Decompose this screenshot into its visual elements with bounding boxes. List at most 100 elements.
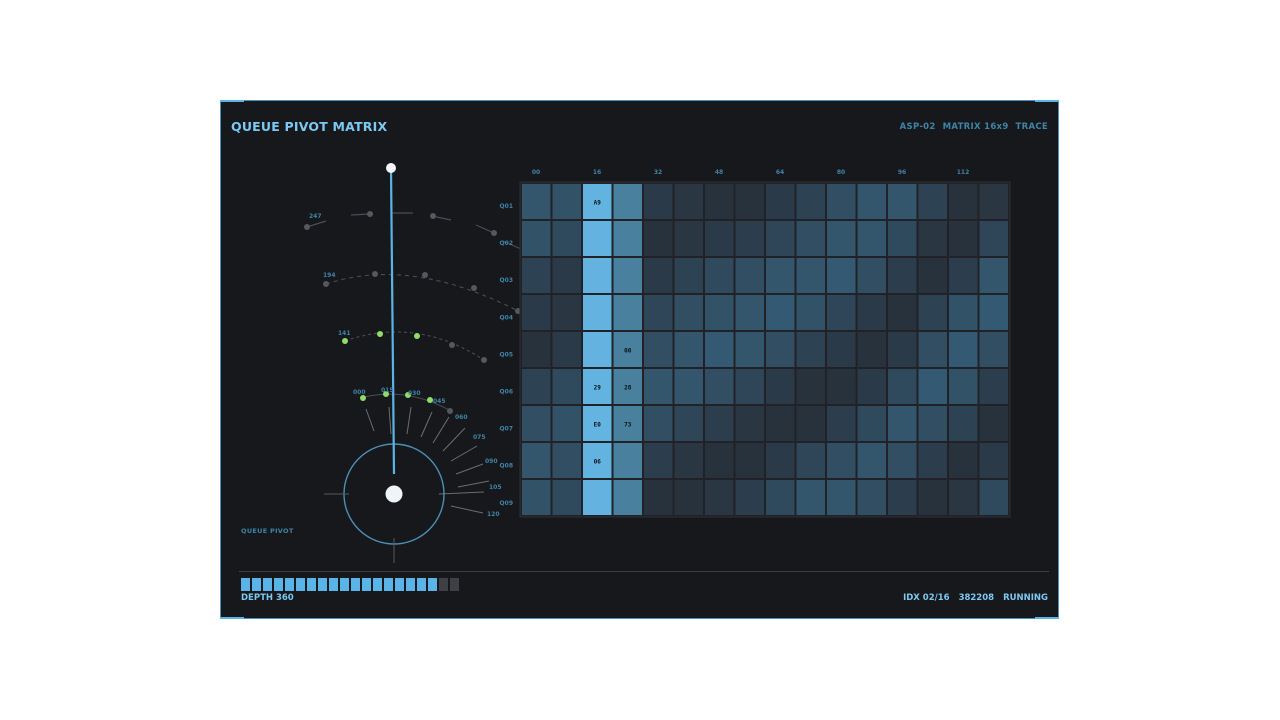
dial-tick: [406, 406, 412, 435]
pivot-visualization: 247 194 141 000 015 030 045 060 075 090 105 120 00 1…: [304, 163, 1011, 563]
matrix-cell: [522, 443, 551, 478]
matrix-cell: [918, 184, 947, 219]
matrix-cell: [644, 258, 673, 293]
progress-segment: [307, 578, 316, 591]
matrix-row-label: Q08: [500, 463, 513, 470]
matrix-cell: [979, 332, 1008, 367]
progress-segment: [439, 578, 448, 591]
matrix-cell: [644, 221, 673, 256]
matrix-cell: [949, 258, 978, 293]
matrix-cell: [857, 295, 886, 330]
matrix-column-label: 32: [654, 169, 662, 176]
arc-label: 141: [338, 330, 351, 337]
matrix-column-label: 112: [957, 169, 970, 176]
matrix-row-label: Q09: [500, 500, 513, 507]
matrix-cell: [705, 369, 734, 404]
matrix-cell: [644, 443, 673, 478]
matrix-cell: [583, 258, 612, 293]
matrix-cell: [949, 480, 978, 515]
footer-divider: [239, 571, 1049, 572]
matrix-cell: [613, 258, 642, 293]
matrix-cell: [735, 480, 764, 515]
matrix-cell: [552, 332, 581, 367]
matrix-cell: [705, 184, 734, 219]
matrix-column-label: 48: [715, 169, 723, 176]
matrix-cell: [857, 480, 886, 515]
progress-segment: [340, 578, 349, 591]
matrix-cell: [827, 406, 856, 441]
depth-progress-bar: [241, 578, 459, 591]
matrix-cell: [857, 369, 886, 404]
matrix-cell: [522, 332, 551, 367]
tick-label: 120: [487, 511, 500, 518]
matrix-cell: [583, 480, 612, 515]
matrix-cell: [796, 221, 825, 256]
matrix-cell-label: A9: [594, 200, 602, 207]
matrix-cell: [583, 295, 612, 330]
matrix-cell: [705, 480, 734, 515]
matrix-cell: [644, 369, 673, 404]
matrix-cell: [766, 369, 795, 404]
matrix-cell: [644, 406, 673, 441]
matrix-cell: [949, 369, 978, 404]
matrix-cell: [735, 295, 764, 330]
matrix-column-label: 00: [532, 169, 540, 176]
matrix-cell: [552, 295, 581, 330]
arc-node: [422, 272, 428, 278]
matrix-cell: [674, 443, 703, 478]
arc-node: [414, 333, 420, 339]
matrix-cell: [583, 221, 612, 256]
arc-node: [304, 224, 310, 230]
matrix-cell: [613, 443, 642, 478]
matrix-cell: [613, 295, 642, 330]
progress-segment: [428, 578, 437, 591]
matrix-cell: [552, 258, 581, 293]
matrix-cell: [705, 443, 734, 478]
matrix-cell: [979, 369, 1008, 404]
matrix-cell: [552, 369, 581, 404]
pivot-matrix: 00 16 32 48 64 80 96 112 Q01 Q02 Q03 Q04 Q05 Q06 Q07 Q0…: [500, 169, 1011, 518]
matrix-cell-label: E0: [594, 422, 602, 429]
matrix-cell: [613, 221, 642, 256]
tick-label: 090: [485, 458, 498, 465]
progress-segment: [274, 578, 283, 591]
matrix-cell: [796, 184, 825, 219]
matrix-cell: [918, 369, 947, 404]
matrix-cell: [888, 480, 917, 515]
matrix-cell: [857, 406, 886, 441]
matrix-cell: [827, 369, 856, 404]
matrix-cell: [979, 480, 1008, 515]
depth-readout: DEPTH 360: [241, 593, 294, 603]
matrix-cell: [552, 480, 581, 515]
inner-label: 000: [353, 389, 366, 396]
matrix-cell: [705, 332, 734, 367]
matrix-cell: [949, 406, 978, 441]
arc-node: [323, 281, 329, 287]
matrix-cell: [857, 258, 886, 293]
matrix-cell: [674, 480, 703, 515]
side-label: QUEUE PIVOT: [241, 527, 294, 535]
arc-node: [481, 357, 487, 363]
matrix-cell: [735, 258, 764, 293]
progress-segment: [450, 578, 459, 591]
inner-label: 030: [408, 390, 421, 397]
matrix-cell: [949, 295, 978, 330]
matrix-row-label: Q01: [500, 203, 513, 210]
matrix-cell: [918, 480, 947, 515]
dial-tick: [432, 416, 450, 444]
matrix-cell: [674, 295, 703, 330]
progress-segment: [263, 578, 272, 591]
matrix-cell: [705, 406, 734, 441]
matrix-cell: [644, 295, 673, 330]
matrix-cell: [796, 443, 825, 478]
progress-segment: [241, 578, 250, 591]
matrix-cell: [766, 332, 795, 367]
matrix-row-label: Q05: [500, 351, 513, 358]
matrix-cell: [918, 332, 947, 367]
pivot-needle: [389, 167, 396, 475]
matrix-cell: [552, 443, 581, 478]
arc-label: 247: [309, 213, 322, 220]
progress-segment: [329, 578, 338, 591]
matrix-cell: [949, 221, 978, 256]
matrix-column-label: 16: [593, 169, 601, 176]
